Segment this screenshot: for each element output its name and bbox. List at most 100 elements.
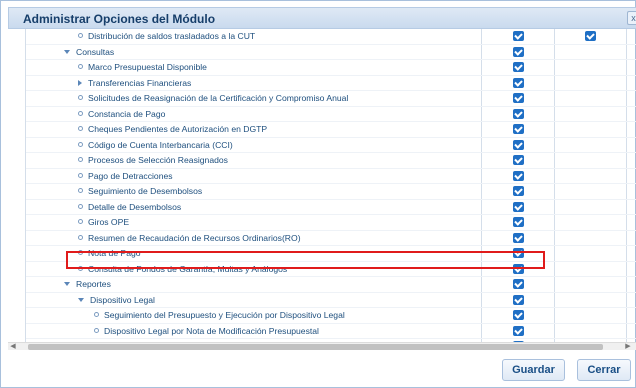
tree-row-label[interactable]: Procesos de Selección Reasignados (78, 155, 228, 165)
expand-arrow-icon[interactable] (78, 79, 82, 86)
tree-row-label[interactable]: Distribución de saldos trasladados a la … (78, 31, 255, 41)
bullet-icon (78, 203, 83, 209)
tree-row-label[interactable]: Seguimiento de Desembolsos (78, 186, 202, 196)
selected-row-highlight (66, 251, 545, 269)
permission-checkbox[interactable] (513, 46, 524, 57)
tree-row-label[interactable]: Consultas (64, 47, 114, 57)
permission-checkbox[interactable] (513, 155, 524, 165)
tree-row-label[interactable]: Reportes (64, 279, 111, 289)
tree-row[interactable]: Transferencias Financieras (26, 76, 636, 91)
close-button[interactable]: Cerrar (577, 359, 631, 381)
tree-row[interactable]: Distribución de saldos trasladados a la … (26, 29, 636, 45)
scroll-right-icon[interactable]: ▶ (623, 343, 633, 351)
tree-row[interactable]: Seguimiento del Presupuesto y Ejecución … (26, 308, 636, 324)
tree-row-label[interactable]: Código de Cuenta Interbancaria (CCI) (78, 140, 233, 150)
permission-checkbox[interactable] (513, 62, 524, 72)
permission-checkbox[interactable] (513, 124, 524, 134)
tree-row-text: Dispositivo Legal (90, 294, 155, 305)
tree-row-label[interactable]: Solicitudes de Reasignación de la Certif… (78, 93, 348, 103)
permission-checkbox-secondary[interactable] (585, 31, 596, 41)
tree-row-text: Cheques Pendientes de Autorización en DG… (88, 124, 268, 134)
tree-row[interactable]: Giros OPE (26, 215, 636, 231)
bullet-icon (78, 141, 83, 147)
permission-checkbox[interactable] (513, 325, 524, 336)
bullet-icon (78, 110, 83, 116)
tree-row[interactable]: Procesos de Selección Reasignados (26, 153, 636, 169)
bullet-icon (78, 188, 83, 193)
permission-checkbox[interactable] (513, 232, 524, 243)
tree-row-label[interactable]: Detalle de Desembolsos (78, 202, 181, 212)
bullet-icon (78, 234, 83, 240)
tree-row-label[interactable]: Marco Presupuestal Disponible (78, 62, 207, 72)
tree-row[interactable]: Resumen de Recaudación de Recursos Ordin… (26, 231, 636, 246)
permission-checkbox[interactable] (513, 170, 524, 181)
tree-row[interactable]: Detalle de Desembolsos (26, 200, 636, 215)
permission-checkbox[interactable] (513, 310, 524, 320)
tree-row-label[interactable]: Resumen de Recaudación de Recursos Ordin… (78, 233, 301, 243)
save-button[interactable]: Guardar (502, 359, 565, 381)
tree-row-label[interactable]: Dispositivo Legal por Nota de Modificaci… (94, 326, 319, 336)
permission-checkbox[interactable] (513, 31, 524, 41)
module-options-dialog: Administrar Opciones del Módulo x Distri… (0, 0, 636, 388)
tree-row-label[interactable]: Cheques Pendientes de Autorización en DG… (78, 124, 267, 134)
scroll-left-icon[interactable]: ◀ (8, 343, 18, 351)
tree-row-label[interactable]: Seguimiento del Presupuesto y Ejecución … (94, 310, 345, 320)
bullet-icon (94, 327, 99, 333)
tree-row-text: Procesos de Selección Reasignados (88, 155, 228, 165)
scrollbar-thumb[interactable] (28, 344, 603, 350)
dialog-title: Administrar Opciones del Módulo (23, 12, 216, 26)
tree-row-label[interactable]: Transferencias Financieras (78, 78, 191, 88)
bullet-icon (78, 126, 83, 131)
tree-row[interactable]: Constancia de Pago (26, 107, 636, 122)
dialog-header: Administrar Opciones del Módulo x (8, 7, 636, 29)
tree-row-text: Marco Presupuestal Disponible (88, 62, 207, 72)
collapse-arrow-icon[interactable] (78, 297, 84, 302)
permission-checkbox[interactable] (513, 93, 524, 103)
bullet-icon (78, 172, 83, 178)
tree-row[interactable]: Cheques Pendientes de Autorización en DG… (26, 122, 636, 138)
bullet-icon (78, 157, 83, 162)
tree-row-text: Constancia de Pago (88, 108, 166, 119)
tree-row-label[interactable]: Dispositivo Legal (78, 295, 155, 305)
tree-row-text: Solicitudes de Reasignación de la Certif… (88, 93, 349, 103)
tree-row-text: Dispositivo Legal por Nota de Modificaci… (104, 325, 319, 336)
tree-row[interactable]: Marco Presupuestal Disponible (26, 60, 636, 76)
tree-row-text: Distribución de saldos trasladados a la … (88, 31, 256, 41)
bullet-icon (78, 33, 83, 38)
tree-row[interactable]: Pago de Detracciones (26, 169, 636, 184)
close-icon[interactable]: x (627, 11, 636, 25)
tree-row-text: Detalle de Desembolsos (88, 201, 182, 212)
tree-row-label[interactable]: Pago de Detracciones (78, 171, 173, 181)
permission-checkbox[interactable] (513, 279, 524, 289)
permission-checkbox[interactable] (513, 77, 524, 88)
tree-row[interactable]: Solicitudes de Reasignación de la Certif… (26, 91, 636, 107)
bullet-icon (78, 95, 83, 100)
permission-checkbox[interactable] (513, 139, 524, 150)
tree-row[interactable]: Dispositivo Legal (26, 293, 636, 308)
permission-checkbox[interactable] (513, 186, 524, 196)
tree-row[interactable]: Consultas (26, 45, 636, 60)
tree-row[interactable]: Seguimiento de Desembolsos (26, 184, 636, 200)
collapse-arrow-icon[interactable] (64, 282, 70, 286)
bullet-icon (78, 219, 83, 224)
permission-checkbox[interactable] (513, 201, 524, 212)
tree-row-text: Pago de Detracciones (88, 170, 173, 181)
tree-row[interactable]: Código de Cuenta Interbancaria (CCI) (26, 138, 636, 153)
bullet-icon (78, 64, 83, 69)
tree-row-text: Resumen de Recaudación de Recursos Ordin… (88, 232, 301, 243)
tree-row[interactable]: Reportes (26, 277, 636, 293)
tree-row-text: Transferencias Financieras (88, 77, 192, 88)
tree-row-text: Giros OPE (88, 217, 130, 227)
collapse-arrow-icon[interactable] (64, 49, 70, 54)
horizontal-scrollbar[interactable]: ◀ ▶ (8, 342, 636, 350)
tree-row-label[interactable]: Constancia de Pago (78, 109, 165, 119)
permission-checkbox[interactable] (513, 108, 524, 119)
bullet-icon (94, 312, 99, 317)
permission-checkbox[interactable] (513, 217, 524, 227)
tree-row-label[interactable]: Giros OPE (78, 217, 129, 227)
tree-row-text: Seguimiento de Desembolsos (88, 186, 203, 196)
permission-checkbox[interactable] (513, 294, 524, 305)
tree-row[interactable]: Dispositivo Legal por Nota de Modificaci… (26, 324, 636, 339)
tree-row-text: Seguimiento del Presupuesto y Ejecución … (104, 310, 345, 320)
options-tree-grid: Distribución de saldos trasladados a la … (25, 29, 636, 342)
